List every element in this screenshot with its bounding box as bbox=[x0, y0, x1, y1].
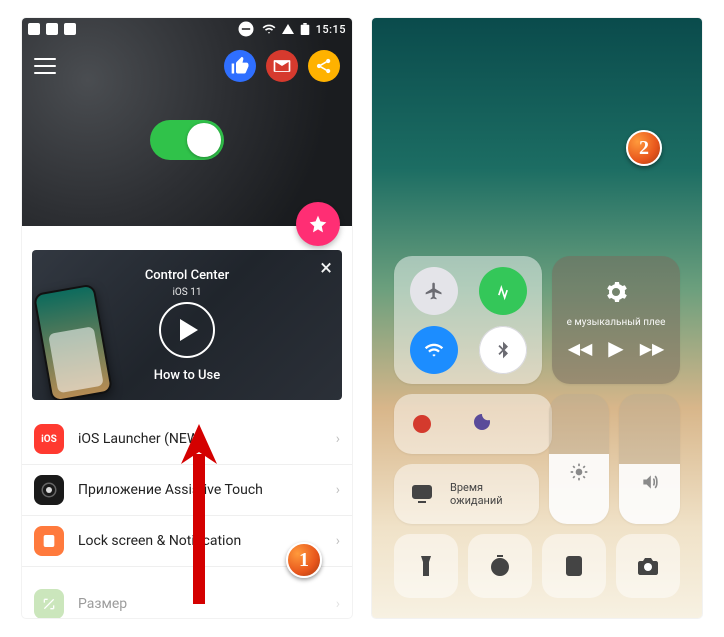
chevron-right-icon: › bbox=[336, 533, 340, 549]
statusbar: 15:15 bbox=[22, 18, 352, 40]
notification-icon bbox=[46, 23, 58, 35]
menu-button[interactable] bbox=[34, 58, 56, 74]
bluetooth-button[interactable] bbox=[479, 326, 527, 374]
screen-mirroring-tile[interactable]: Время ожиданий bbox=[394, 464, 539, 524]
share-button[interactable] bbox=[308, 50, 340, 82]
airplane-button[interactable] bbox=[410, 267, 458, 315]
next-icon[interactable]: ▶▶ bbox=[640, 339, 665, 358]
brightness-slider[interactable] bbox=[549, 394, 610, 524]
row-label: Размер bbox=[78, 596, 127, 612]
signal-icon bbox=[282, 24, 294, 34]
main-toggle[interactable] bbox=[150, 120, 224, 160]
volume-fill bbox=[619, 464, 680, 524]
control-center: е музыкальный плее ◀◀ ▶ ▶▶ bbox=[394, 256, 680, 598]
clock: 15:15 bbox=[316, 23, 346, 36]
brightness-fill bbox=[549, 454, 610, 524]
cc-row-4 bbox=[394, 534, 680, 598]
chevron-right-icon: › bbox=[336, 596, 340, 612]
music-text: е музыкальный плее bbox=[558, 317, 673, 328]
header-row bbox=[22, 40, 352, 82]
network-tile[interactable] bbox=[394, 256, 542, 384]
cellular-button[interactable] bbox=[479, 267, 527, 315]
mail-button[interactable] bbox=[266, 50, 298, 82]
left-phone: 15:15 bbox=[22, 18, 352, 618]
assistive-touch-icon bbox=[34, 475, 64, 505]
annotation-arrow bbox=[198, 424, 200, 594]
wifi-button[interactable] bbox=[410, 326, 458, 374]
row-label: Приложение Assistive Touch bbox=[78, 482, 263, 498]
size-icon bbox=[34, 589, 64, 618]
cc-row-3: Время ожиданий bbox=[394, 394, 680, 524]
flashlight-button[interactable] bbox=[394, 534, 458, 598]
like-button[interactable] bbox=[224, 50, 256, 82]
notification-icon bbox=[28, 23, 40, 35]
screen-mirroring-icon bbox=[408, 482, 436, 506]
music-tile[interactable]: е музыкальный плее ◀◀ ▶ ▶▶ bbox=[552, 256, 680, 384]
prev-icon[interactable]: ◀◀ bbox=[568, 339, 593, 358]
lockscreen-icon bbox=[34, 526, 64, 556]
video-howto: How to Use bbox=[154, 368, 220, 383]
timer-button[interactable] bbox=[468, 534, 532, 598]
right-phone: 2 bbox=[372, 18, 702, 618]
chevron-right-icon: › bbox=[336, 482, 340, 498]
stage: 15:15 bbox=[0, 0, 724, 636]
play-icon[interactable]: ▶ bbox=[608, 336, 623, 360]
cc-row-1: е музыкальный плее ◀◀ ▶ ▶▶ bbox=[394, 256, 680, 384]
ios-icon: iOS bbox=[34, 424, 64, 454]
screen-mirroring-text: Время ожиданий bbox=[450, 481, 503, 507]
volume-slider[interactable] bbox=[619, 394, 680, 524]
statusbar-right: 15:15 bbox=[236, 19, 346, 39]
step-badge-2: 2 bbox=[626, 130, 662, 166]
dnd-icon bbox=[236, 19, 256, 39]
video-tutorial-card[interactable]: × Control Center iOS 11 How to Use bbox=[32, 250, 342, 400]
battery-icon bbox=[300, 23, 310, 35]
wifi-icon bbox=[262, 22, 276, 36]
notification-icon bbox=[64, 23, 76, 35]
step-badge-1: 1 bbox=[286, 542, 322, 578]
gear-icon bbox=[604, 280, 628, 309]
video-center: Control Center iOS 11 How to Use bbox=[32, 250, 342, 400]
favorite-fab[interactable] bbox=[296, 202, 340, 246]
chevron-right-icon: › bbox=[336, 431, 340, 447]
video-subtitle: iOS 11 bbox=[173, 287, 202, 298]
video-title: Control Center bbox=[145, 268, 229, 283]
header-actions bbox=[224, 50, 340, 82]
calculator-button[interactable] bbox=[542, 534, 606, 598]
statusbar-left bbox=[28, 23, 76, 35]
camera-button[interactable] bbox=[616, 534, 680, 598]
toggle-knob bbox=[187, 123, 221, 157]
music-controls: ◀◀ ▶ ▶▶ bbox=[568, 336, 665, 360]
play-icon[interactable] bbox=[159, 302, 215, 358]
app-header-area: 15:15 bbox=[22, 18, 352, 226]
